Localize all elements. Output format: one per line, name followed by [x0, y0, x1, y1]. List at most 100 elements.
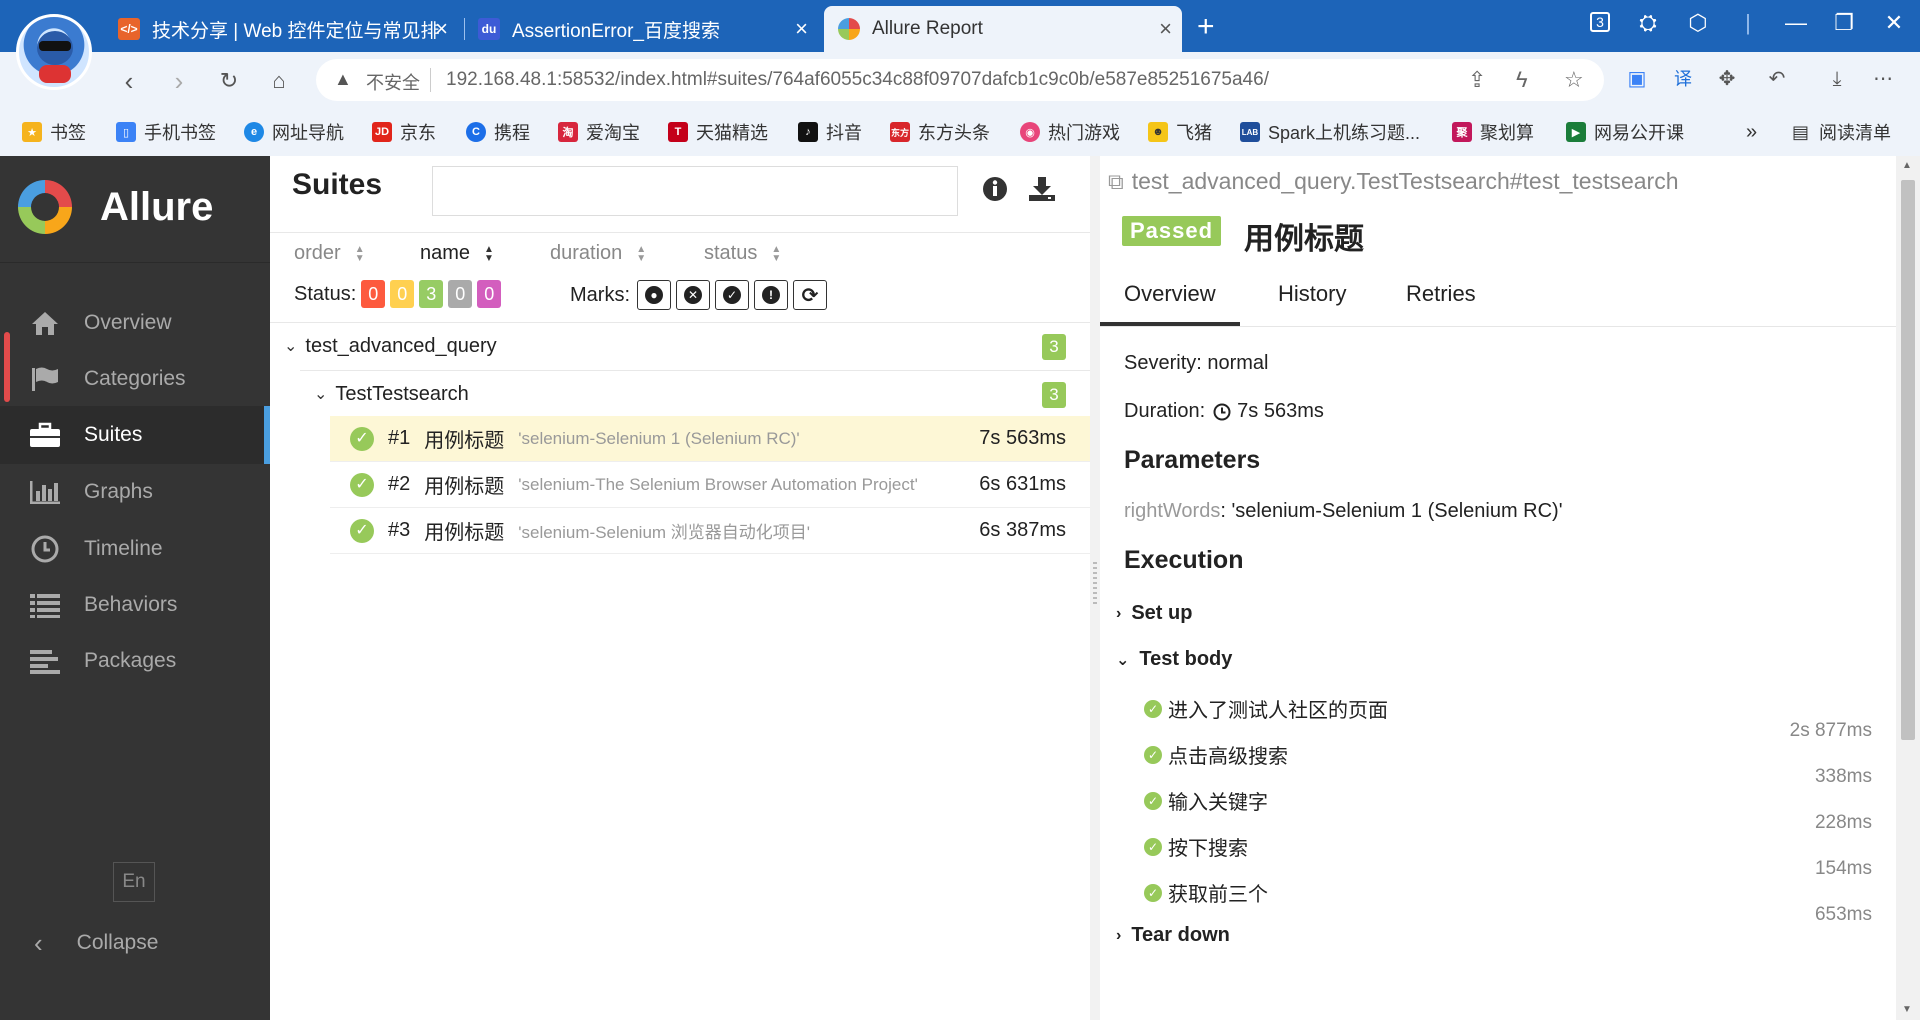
- step-row[interactable]: ✓ 获取前三个: [1144, 878, 1268, 907]
- status-broken-toggle[interactable]: 0: [390, 280, 415, 308]
- suite-group[interactable]: ⌄ TestTestsearch 3: [270, 370, 1090, 418]
- passed-icon: ✓: [1144, 699, 1162, 718]
- share-icon[interactable]: ⇪: [1468, 67, 1486, 93]
- minimize-icon[interactable]: —: [1778, 10, 1814, 36]
- exclamation-circle-icon[interactable]: !: [754, 280, 788, 310]
- sort-duration[interactable]: duration ▲ ▼: [550, 242, 646, 265]
- scrollbar-thumb[interactable]: [1901, 180, 1915, 740]
- new-tab-button[interactable]: +: [1197, 10, 1215, 44]
- sidebar-item-graphs[interactable]: Graphs: [0, 463, 270, 521]
- close-icon[interactable]: ×: [1159, 16, 1172, 42]
- bookmark-item[interactable]: 淘爱淘宝: [558, 118, 640, 146]
- detail-scrollbar[interactable]: ▲ ▼: [1896, 156, 1920, 1020]
- status-filter: Status: 0 0 3 0 0: [294, 280, 502, 308]
- bar-chart-icon: [28, 477, 62, 507]
- status-unknown-toggle[interactable]: 0: [477, 280, 502, 308]
- bookmark-item[interactable]: ☻ 飞猪: [1148, 118, 1212, 146]
- bookmark-item[interactable]: ★ 书签: [22, 118, 86, 146]
- translate-icon[interactable]: 译: [1666, 64, 1700, 94]
- stage-teardown[interactable]: › Tear down: [1116, 924, 1230, 947]
- tab-count-icon[interactable]: 3: [1582, 12, 1618, 32]
- scroll-down-icon[interactable]: ▼: [1902, 1004, 1912, 1015]
- puzzle-icon[interactable]: ✥: [1710, 64, 1744, 94]
- star-icon[interactable]: ☆: [1564, 67, 1584, 93]
- suite-group[interactable]: ⌄ test_advanced_query 3: [270, 322, 1090, 370]
- sort-name[interactable]: name ▲ ▼: [420, 242, 494, 265]
- extension-icon[interactable]: ⬡: [1680, 10, 1716, 36]
- reload-icon[interactable]: ↻: [212, 64, 246, 98]
- bolt-icon[interactable]: ϟ: [1516, 67, 1528, 93]
- bookmark-item[interactable]: 聚聚划算: [1452, 118, 1534, 146]
- status-passed-toggle[interactable]: 3: [419, 280, 444, 308]
- times-circle-icon[interactable]: ✕: [676, 280, 710, 310]
- tab-retries[interactable]: Retries: [1382, 274, 1500, 326]
- test-case-row[interactable]: ✓ #1 用例标题 'selenium-Selenium 1 (Selenium…: [330, 416, 1090, 462]
- sidebar-item-suites[interactable]: Suites: [0, 406, 270, 464]
- incognito-icon[interactable]: ⛭: [1630, 10, 1666, 36]
- step-row[interactable]: ✓ 输入关键字: [1144, 786, 1268, 815]
- bookmark-item[interactable]: e 网址导航: [244, 118, 344, 146]
- close-icon[interactable]: ×: [435, 16, 448, 42]
- restore-icon[interactable]: ❐: [1826, 10, 1862, 36]
- url-text[interactable]: 192.168.48.1:58532/index.html#suites/764…: [446, 69, 1269, 91]
- forward-icon[interactable]: ›: [162, 64, 196, 98]
- close-icon[interactable]: ×: [795, 16, 808, 42]
- bookmarks-more-button[interactable]: »: [1746, 118, 1757, 146]
- step-row[interactable]: ✓ 按下搜索: [1144, 832, 1248, 861]
- back-icon[interactable]: ‹: [112, 64, 146, 98]
- bookmark-item[interactable]: ◉ 热门游戏: [1020, 118, 1120, 146]
- tab-history[interactable]: History: [1254, 274, 1370, 326]
- home-icon[interactable]: ⌂: [262, 64, 296, 98]
- stage-setup[interactable]: › Set up: [1116, 602, 1192, 625]
- bookmark-item[interactable]: JD 京东: [372, 118, 436, 146]
- profile-avatar[interactable]: [16, 14, 92, 90]
- browser-tab-active[interactable]: Allure Report ×: [824, 6, 1182, 52]
- info-icon[interactable]: [982, 176, 1008, 209]
- status-failed-toggle[interactable]: 0: [361, 280, 386, 308]
- test-case-row[interactable]: ✓ #2 用例标题 'selenium-The Selenium Browser…: [330, 462, 1090, 508]
- copy-icon[interactable]: ⧉: [1108, 169, 1124, 195]
- browser-tab-2[interactable]: du AssertionError_百度搜索 ×: [478, 6, 818, 52]
- reading-list-button[interactable]: ▤ 阅读清单: [1792, 118, 1891, 146]
- more-icon[interactable]: ⋯: [1866, 64, 1900, 94]
- address-bar[interactable]: ▲ 不安全 192.168.48.1:58532/index.html#suit…: [316, 59, 1604, 101]
- step-row[interactable]: ✓ 进入了测试人社区的页面: [1144, 694, 1388, 723]
- bookmark-item[interactable]: 东方 东方头条: [890, 118, 990, 146]
- sidebar-item-categories[interactable]: Categories: [0, 350, 270, 408]
- tab-overview[interactable]: Overview: [1100, 274, 1240, 326]
- bookmark-item[interactable]: T 天猫精选: [668, 118, 768, 146]
- bookmark-item[interactable]: ▯ 手机书签: [116, 118, 216, 146]
- test-case-row[interactable]: ✓ #3 用例标题 'selenium-Selenium 浏览器自动化项目' 6…: [330, 508, 1090, 554]
- bookmark-item[interactable]: C 携程: [466, 118, 530, 146]
- stage-test-body[interactable]: ⌄ Test body: [1116, 648, 1232, 671]
- scroll-up-icon[interactable]: ▲: [1902, 160, 1912, 171]
- sidebar-item-behaviors[interactable]: Behaviors: [0, 576, 270, 634]
- game-icon: ◉: [1020, 122, 1040, 142]
- bomb-icon[interactable]: ●: [637, 280, 671, 310]
- align-left-icon: [28, 646, 62, 676]
- status-skipped-toggle[interactable]: 0: [448, 280, 473, 308]
- browser-tab-1[interactable]: </> 技术分享 | Web 控件定位与常见排 ×: [118, 6, 458, 52]
- download-icon[interactable]: ⤓: [1820, 64, 1854, 94]
- allure-brand[interactable]: Allure: [18, 180, 213, 234]
- download-icon[interactable]: [1028, 176, 1056, 209]
- step-row[interactable]: ✓ 点击高级搜索: [1144, 740, 1288, 769]
- sort-status[interactable]: status ▲ ▼: [704, 242, 781, 265]
- sidebar-item-overview[interactable]: Overview: [0, 294, 270, 352]
- check-circle-icon[interactable]: ✓: [715, 280, 749, 310]
- mouse-icon[interactable]: ▣: [1620, 64, 1654, 94]
- bookmark-item[interactable]: LAB Spark上机练习题...: [1240, 118, 1420, 146]
- close-window-icon[interactable]: ✕: [1876, 10, 1912, 36]
- sort-order[interactable]: order ▲ ▼: [294, 242, 365, 265]
- search-input[interactable]: [432, 166, 958, 216]
- collapse-button[interactable]: ‹ Collapse: [0, 918, 270, 968]
- bookmark-item[interactable]: ♪ 抖音: [798, 118, 862, 146]
- refresh-icon[interactable]: ⟳: [793, 280, 827, 310]
- sidebar-item-packages[interactable]: Packages: [0, 632, 270, 690]
- pane-splitter[interactable]: [1090, 156, 1100, 1020]
- bookmark-item[interactable]: ▶ 网易公开课: [1566, 118, 1684, 146]
- undo-icon[interactable]: ↶: [1760, 64, 1794, 94]
- language-switch[interactable]: En: [113, 862, 155, 902]
- flag-icon: [28, 364, 62, 394]
- sidebar-item-timeline[interactable]: Timeline: [0, 520, 270, 578]
